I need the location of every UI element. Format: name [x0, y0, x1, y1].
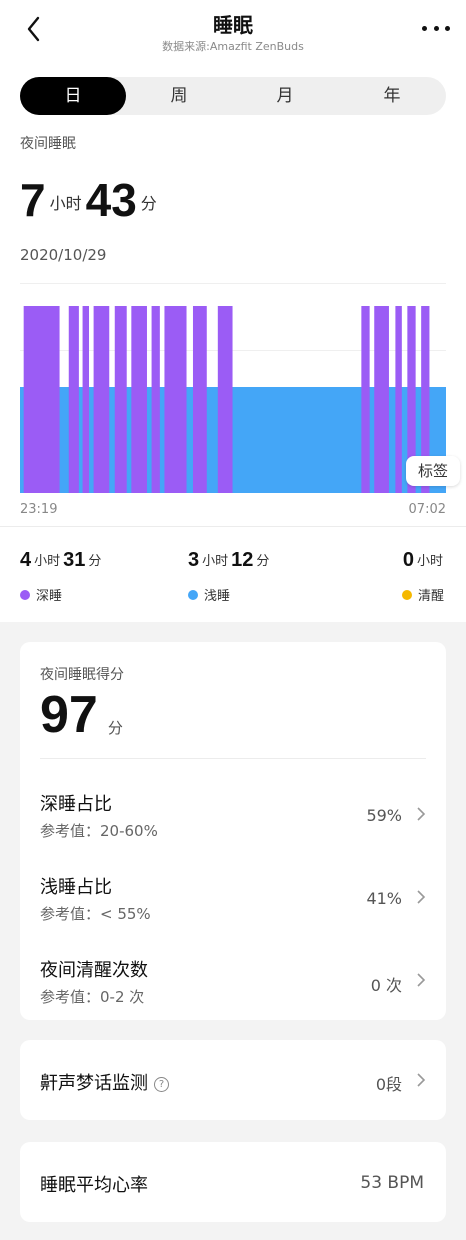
- sleep-summary-panel: 睡眠 数据来源:Amazfit ZenBuds 日 周 月 年 夜间睡眠 7 小…: [0, 0, 466, 622]
- score-unit: 分: [107, 719, 123, 737]
- snore-label-text: 鼾声梦话监测: [40, 1073, 148, 1094]
- deep-sleep-bar: [93, 306, 110, 493]
- sleep-hours-value: 7: [20, 174, 46, 226]
- deep-sleep-ratio-row[interactable]: 深睡占比 参考值：20-60% 59%: [20, 790, 446, 860]
- score-value: 97: [40, 686, 98, 744]
- legend-label: 清醒: [417, 589, 444, 604]
- chevron-right-icon: [417, 1073, 426, 1087]
- row-reference: 参考值：< 55%: [40, 905, 151, 923]
- deep-minutes: 31: [63, 549, 86, 571]
- sleep-date: 2020/10/29: [20, 246, 107, 264]
- row-name: 夜间清醒次数: [40, 960, 148, 981]
- light-minutes: 12: [231, 549, 254, 571]
- hours-unit: 小时: [416, 554, 443, 569]
- data-source-label: 数据来源:Amazfit ZenBuds: [162, 40, 304, 53]
- tab-month[interactable]: 月: [232, 77, 338, 115]
- legend-light-sleep: 浅睡: [188, 585, 230, 604]
- awake-stat: 0 小时: [403, 546, 446, 572]
- hours-unit: 小时: [49, 194, 82, 213]
- more-menu-button[interactable]: [420, 16, 452, 40]
- deep-sleep-bar: [68, 306, 79, 493]
- deep-sleep-bar: [395, 306, 402, 493]
- chart-start-time: 23:19: [20, 502, 58, 517]
- row-reference: 参考值：20-60%: [40, 822, 158, 840]
- more-dot-icon: [422, 25, 427, 31]
- tab-week[interactable]: 周: [126, 77, 232, 115]
- night-sleep-label: 夜间睡眠: [20, 136, 76, 152]
- deep-sleep-stat: 4 小时 31 分: [20, 546, 104, 572]
- heart-rate-label: 睡眠平均心率: [40, 1175, 148, 1196]
- deep-sleep-bar: [23, 306, 60, 493]
- row-value: 0 次: [370, 976, 402, 995]
- deep-sleep-bar: [114, 306, 127, 493]
- snore-monitor-card[interactable]: 鼾声梦话监测? 0段: [20, 1040, 446, 1120]
- light-sleep-stat: 3 小时 12 分: [188, 546, 272, 572]
- help-icon[interactable]: ?: [154, 1076, 169, 1092]
- sleep-stage-chart: [20, 283, 446, 493]
- minutes-unit: 分: [140, 194, 157, 213]
- legend-label: 浅睡: [204, 589, 231, 604]
- heart-rate-card: 睡眠平均心率 53 BPM: [20, 1142, 446, 1222]
- light-hours: 3: [188, 549, 200, 571]
- deep-sleep-bar: [164, 306, 187, 493]
- deep-hours: 4: [20, 549, 32, 571]
- header: 睡眠 数据来源:Amazfit ZenBuds: [0, 0, 466, 64]
- more-dot-icon: [445, 25, 450, 31]
- row-value: 41%: [366, 889, 402, 908]
- snore-value: 0段: [375, 1075, 402, 1094]
- tab-year[interactable]: 年: [338, 77, 446, 115]
- deep-sleep-bar: [361, 306, 370, 493]
- row-name: 浅睡占比: [40, 877, 112, 898]
- minutes-unit: 分: [88, 554, 102, 569]
- sleep-duration: 7 小时 43 分: [20, 168, 161, 224]
- more-dot-icon: [433, 25, 439, 31]
- tag-button[interactable]: 标签: [406, 456, 460, 486]
- chevron-right-icon: [417, 807, 426, 821]
- legend-awake: 清醒: [401, 585, 444, 604]
- light-sleep-ratio-row[interactable]: 浅睡占比 参考值：< 55% 41%: [20, 873, 446, 943]
- hours-unit: 小时: [34, 554, 61, 569]
- tab-day[interactable]: 日: [20, 77, 126, 115]
- chart-end-time: 07:02: [408, 502, 446, 517]
- period-tabs: 日 周 月 年: [20, 77, 446, 115]
- heart-rate-value: 53 BPM: [360, 1173, 424, 1193]
- score-title: 夜间睡眠得分: [40, 667, 124, 683]
- deep-sleep-bar: [192, 306, 207, 493]
- deep-sleep-bar: [82, 306, 90, 493]
- deep-sleep-bar: [151, 306, 160, 493]
- row-name: 深睡占比: [40, 794, 112, 815]
- sleep-score: 97 分: [40, 688, 123, 742]
- light-sleep-dot-icon: [188, 589, 198, 600]
- legend-deep-sleep: 深睡: [20, 585, 62, 604]
- night-awake-count-row[interactable]: 夜间清醒次数 参考值：0-2 次 0 次: [20, 956, 446, 1026]
- deep-sleep-dot-icon: [20, 589, 30, 600]
- divider: [0, 526, 466, 527]
- divider: [40, 758, 426, 759]
- chevron-right-icon: [417, 890, 426, 904]
- sleep-stage-svg: [20, 283, 446, 493]
- legend-label: 深睡: [36, 589, 63, 604]
- snore-monitor-label: 鼾声梦话监测?: [40, 1069, 169, 1095]
- awake-dot-icon: [401, 589, 412, 600]
- minutes-unit: 分: [256, 554, 270, 569]
- chevron-right-icon: [417, 973, 426, 987]
- deep-sleep-bar: [217, 306, 233, 493]
- awake-hours: 0: [402, 549, 414, 571]
- row-value: 59%: [366, 806, 402, 825]
- deep-sleep-bar: [374, 306, 389, 493]
- sleep-minutes-value: 43: [85, 174, 137, 226]
- page-title: 睡眠: [213, 13, 253, 37]
- deep-sleep-bar: [131, 306, 147, 493]
- row-reference: 参考值：0-2 次: [40, 988, 145, 1006]
- sleep-score-card: 夜间睡眠得分 97 分 深睡占比 参考值：20-60% 59% 浅睡占比 参考值…: [20, 642, 446, 1020]
- hours-unit: 小时: [202, 554, 229, 569]
